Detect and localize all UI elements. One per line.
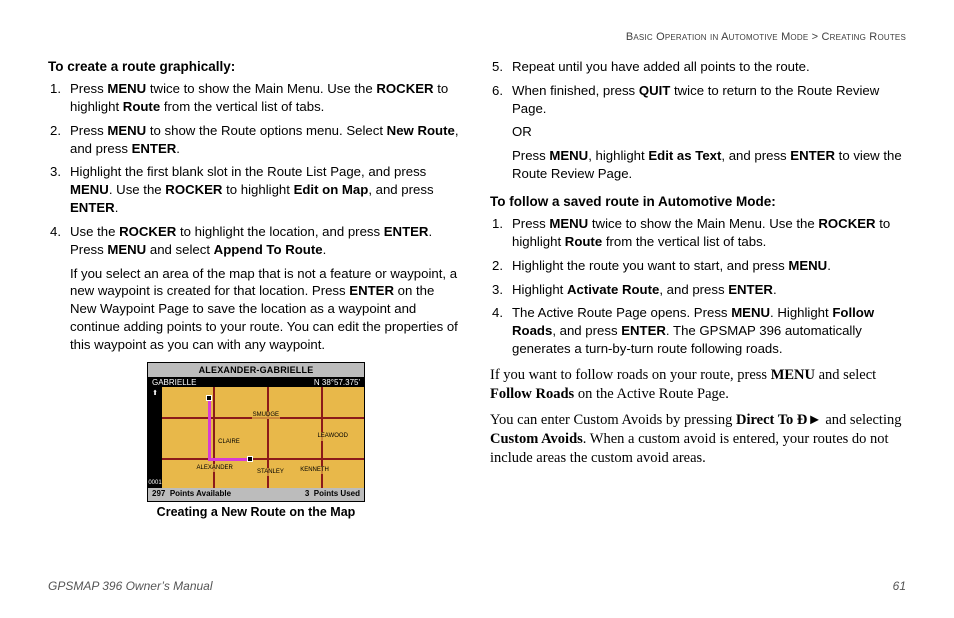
- step-6-alt: Press MENU, highlight Edit as Text, and …: [490, 147, 906, 183]
- step-1: Press MENU twice to show the Main Menu. …: [48, 80, 464, 116]
- fstep-3: Highlight Activate Route, and press ENTE…: [490, 281, 906, 299]
- step-6: When finished, press QUIT twice to retur…: [490, 82, 906, 118]
- page-footer: GPSMAP 396 Owner’s Manual 61: [48, 578, 906, 594]
- follow-route-steps: Press MENU twice to show the Main Menu. …: [490, 215, 906, 358]
- map-label-claire: CLAIRE: [217, 438, 241, 446]
- map-label-leawood: LEAWOOD: [316, 432, 348, 440]
- map-label-stanley: STANLEY: [256, 468, 285, 476]
- screen-footer: 297 Points Available 3 Points Used: [148, 488, 364, 501]
- step-3: Highlight the first blank slot in the Ro…: [48, 163, 464, 216]
- step-4: Use the ROCKER to highlight the location…: [48, 223, 464, 259]
- map-label-smudge: SMUDGE: [252, 411, 280, 419]
- footer-title: GPSMAP 396 Owner’s Manual: [48, 578, 213, 594]
- map-label-alexander: ALEXANDER: [196, 464, 234, 472]
- breadcrumb-page: Creating Routes: [822, 31, 906, 43]
- direct-to-icon: Đ►: [797, 411, 822, 430]
- breadcrumb: Basic Operation in Automotive Mode > Cre…: [626, 30, 906, 45]
- screen-leftbar: ⬆ 0001: [148, 387, 162, 489]
- left-column: To create a route graphically: Press MEN…: [48, 58, 464, 524]
- create-route-steps: Press MENU twice to show the Main Menu. …: [48, 80, 464, 258]
- or-text: OR: [490, 123, 906, 141]
- page-number: 61: [893, 578, 906, 594]
- step-2: Press MENU to show the Route options men…: [48, 122, 464, 158]
- fstep-1: Press MENU twice to show the Main Menu. …: [490, 215, 906, 251]
- right-column: Repeat until you have added all points t…: [490, 58, 906, 524]
- map-area: SMUDGE CLAIRE LEAWOOD ALEXANDER STANLEY …: [148, 387, 364, 489]
- figure-caption: Creating a New Route on the Map: [147, 504, 365, 521]
- breadcrumb-section: Basic Operation in Automotive Mode: [626, 31, 809, 43]
- section-title-follow: To follow a saved route in Automotive Mo…: [490, 193, 906, 211]
- section-title-create: To create a route graphically:: [48, 58, 464, 76]
- paragraph-follow-roads: If you want to follow roads on your rout…: [490, 366, 906, 404]
- step-4-note: If you select an area of the map that is…: [48, 265, 464, 354]
- step-5: Repeat until you have added all points t…: [490, 58, 906, 76]
- breadcrumb-sep: >: [812, 31, 819, 43]
- figure: ALEXANDER-GABRIELLE GABRIELLE 8.0° N N 3…: [147, 362, 365, 521]
- screen-route-name: ALEXANDER-GABRIELLE: [148, 363, 364, 377]
- fstep-4: The Active Route Page opens. Press MENU.…: [490, 304, 906, 357]
- fstep-2: Highlight the route you want to start, a…: [490, 257, 906, 275]
- gps-screenshot: ALEXANDER-GABRIELLE GABRIELLE 8.0° N N 3…: [147, 362, 365, 502]
- paragraph-custom-avoids: You can enter Custom Avoids by pressing …: [490, 411, 906, 468]
- create-route-steps-cont: Repeat until you have added all points t…: [490, 58, 906, 117]
- map-label-kenneth: KENNETH: [299, 466, 330, 474]
